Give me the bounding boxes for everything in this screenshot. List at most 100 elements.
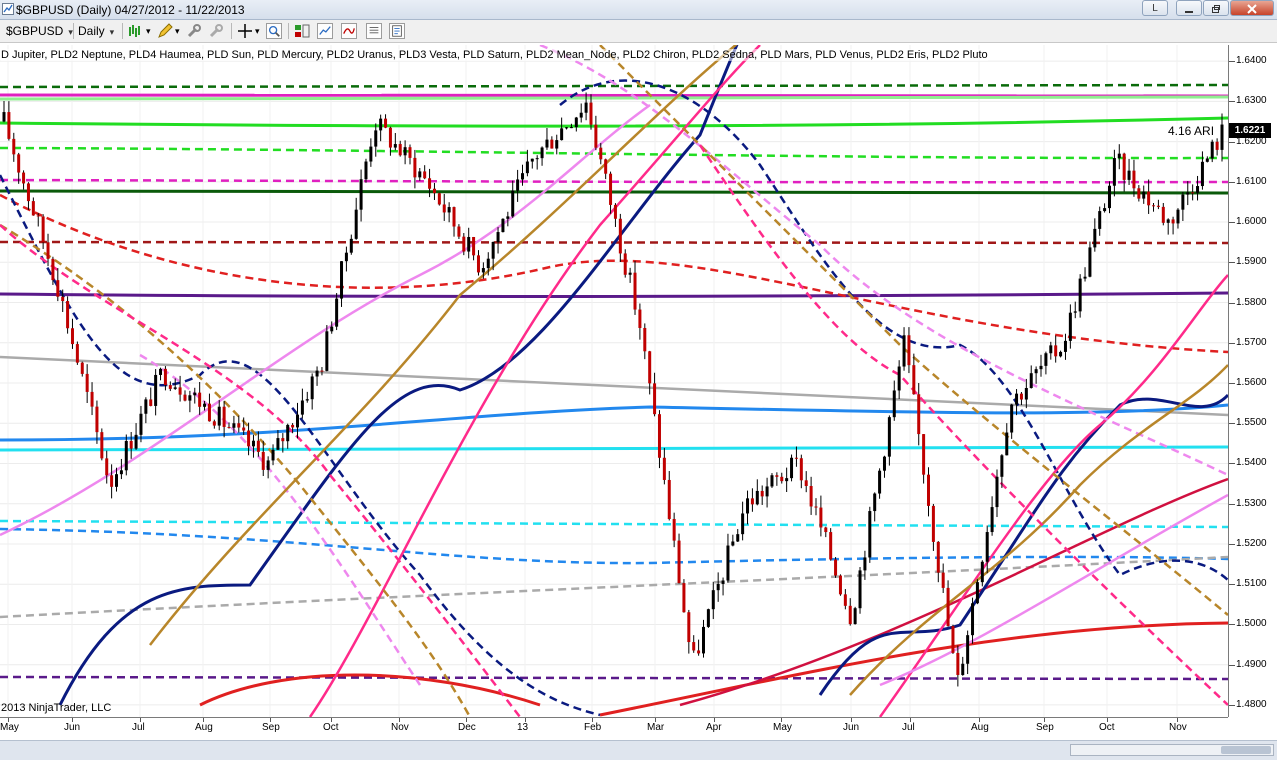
properties-icon[interactable] bbox=[389, 23, 405, 39]
price-bar-body bbox=[105, 458, 109, 476]
price-bar-body bbox=[115, 474, 119, 487]
chart-trader-icon[interactable] bbox=[294, 23, 310, 39]
scrollbar-thumb[interactable] bbox=[1221, 746, 1271, 754]
price-bar-body bbox=[990, 507, 994, 533]
maximize-button[interactable] bbox=[1203, 0, 1229, 16]
price-axis-label: 1.5800 bbox=[1236, 296, 1267, 308]
time-axis-label: Feb bbox=[584, 722, 602, 733]
price-bar-body bbox=[149, 399, 153, 406]
drawing-tools-dropdown-icon[interactable]: ▾ bbox=[175, 22, 180, 40]
price-bar-body bbox=[941, 572, 945, 588]
price-chart-panel[interactable] bbox=[0, 45, 1228, 717]
price-bar-body bbox=[159, 368, 163, 375]
indicators-icon[interactable] bbox=[341, 23, 357, 39]
data-box-icon[interactable] bbox=[366, 23, 382, 39]
price-bar-body bbox=[1215, 141, 1219, 150]
price-bar-body bbox=[442, 204, 446, 213]
price-axis-label: 1.5200 bbox=[1236, 537, 1267, 549]
price-bar-body bbox=[589, 102, 593, 125]
price-bar-body bbox=[139, 413, 143, 435]
price-bar-body bbox=[525, 161, 529, 174]
price-bar-body bbox=[1205, 158, 1209, 162]
price-bar-body bbox=[648, 351, 652, 384]
wrench-icon[interactable] bbox=[208, 23, 224, 39]
price-bar-body bbox=[207, 403, 211, 422]
price-bar-body bbox=[1039, 365, 1043, 370]
minimize-button[interactable] bbox=[1176, 0, 1202, 16]
price-bar-body bbox=[638, 309, 642, 328]
layout-button[interactable]: L bbox=[1142, 0, 1168, 16]
pink-dashed-line bbox=[0, 224, 521, 717]
price-axis-tick bbox=[1229, 463, 1235, 465]
period-selector[interactable]: Daily bbox=[78, 22, 114, 40]
price-bar-body bbox=[755, 490, 759, 505]
price-bar-body bbox=[1005, 432, 1009, 456]
price-bar-body bbox=[300, 400, 304, 415]
price-axis-tick bbox=[1229, 383, 1235, 384]
price-bar-body bbox=[80, 362, 84, 374]
price-bar-body bbox=[251, 440, 255, 447]
price-axis-tick bbox=[1229, 664, 1235, 666]
price-bar-body bbox=[971, 603, 975, 636]
price-bar-body bbox=[565, 127, 569, 129]
strategies-icon[interactable] bbox=[317, 23, 333, 39]
bar-style-icon[interactable] bbox=[128, 23, 144, 39]
price-bar-body bbox=[599, 147, 603, 160]
price-bar-body bbox=[1147, 191, 1151, 206]
price-bar-body bbox=[330, 326, 334, 332]
price-bar-body bbox=[995, 476, 999, 508]
price-bar-body bbox=[491, 241, 495, 259]
price-bar-body bbox=[310, 376, 314, 400]
wrench-icon[interactable] bbox=[186, 23, 202, 39]
time-axis-label: Sep bbox=[1036, 722, 1054, 733]
price-bar-body bbox=[291, 424, 295, 428]
time-axis[interactable]: May Jun Jul Aug Sep Oct Nov Dec 13 Feb Mar Apr May Ju… bbox=[0, 717, 1228, 740]
price-bar-body bbox=[1191, 192, 1195, 194]
price-bar-body bbox=[1059, 351, 1063, 357]
price-axis[interactable]: 1.6400 1.6300 1.6200 1.6100 1.6000 1.5900 1.58… bbox=[1228, 45, 1277, 717]
time-axis-label: Dec bbox=[458, 722, 476, 733]
horizontal-scrollbar[interactable] bbox=[1070, 744, 1274, 756]
price-bar-body bbox=[271, 449, 275, 461]
time-axis-label: Nov bbox=[1169, 722, 1187, 733]
price-bar-body bbox=[90, 391, 94, 407]
price-bar-body bbox=[858, 570, 862, 609]
price-bar-body bbox=[364, 161, 368, 180]
price-axis-tick bbox=[1229, 61, 1235, 63]
time-axis-label: Jun bbox=[64, 722, 81, 733]
price-bar-body bbox=[462, 236, 466, 252]
price-bar-body bbox=[1196, 186, 1200, 193]
price-axis-label: 1.4800 bbox=[1236, 698, 1267, 710]
price-bar-body bbox=[408, 147, 412, 158]
price-bar-body bbox=[966, 635, 970, 664]
zoom-icon[interactable] bbox=[266, 23, 282, 39]
close-button[interactable] bbox=[1230, 0, 1274, 16]
price-axis-tick bbox=[1229, 302, 1235, 304]
price-bar-body bbox=[359, 179, 363, 210]
goldenrod-dashed-line-2 bbox=[599, 45, 1228, 616]
price-bar-body bbox=[266, 460, 270, 470]
price-bar-body bbox=[1024, 388, 1028, 400]
price-bar-body bbox=[428, 178, 432, 189]
window-title-bar: $GBPUSD (Daily) 04/27/2012 - 11/22/2013 … bbox=[0, 0, 1277, 20]
toolbar-divider bbox=[231, 23, 232, 39]
price-bar-body bbox=[374, 130, 378, 147]
instrument-selector[interactable]: $GBPUSD bbox=[6, 22, 73, 40]
bar-style-dropdown-icon[interactable]: ▾ bbox=[146, 22, 151, 40]
price-bar-body bbox=[829, 532, 833, 560]
pencil-icon[interactable] bbox=[157, 23, 173, 39]
purple-line bbox=[0, 291, 1228, 299]
time-axis-label: May bbox=[0, 722, 19, 733]
crosshair-dropdown-icon[interactable]: ▾ bbox=[255, 22, 260, 40]
price-bar-body bbox=[794, 457, 798, 459]
price-chart[interactable] bbox=[0, 45, 1228, 717]
price-bar-body bbox=[902, 335, 906, 367]
price-bar-body bbox=[931, 505, 935, 542]
crosshair-icon[interactable] bbox=[237, 23, 253, 39]
price-bar-body bbox=[1083, 276, 1087, 279]
price-bar-body bbox=[809, 485, 813, 507]
price-axis-label: 1.6300 bbox=[1236, 95, 1267, 107]
price-bar-body bbox=[873, 493, 877, 512]
price-bar-body bbox=[203, 403, 207, 407]
time-axis-label: Jul bbox=[132, 722, 145, 733]
